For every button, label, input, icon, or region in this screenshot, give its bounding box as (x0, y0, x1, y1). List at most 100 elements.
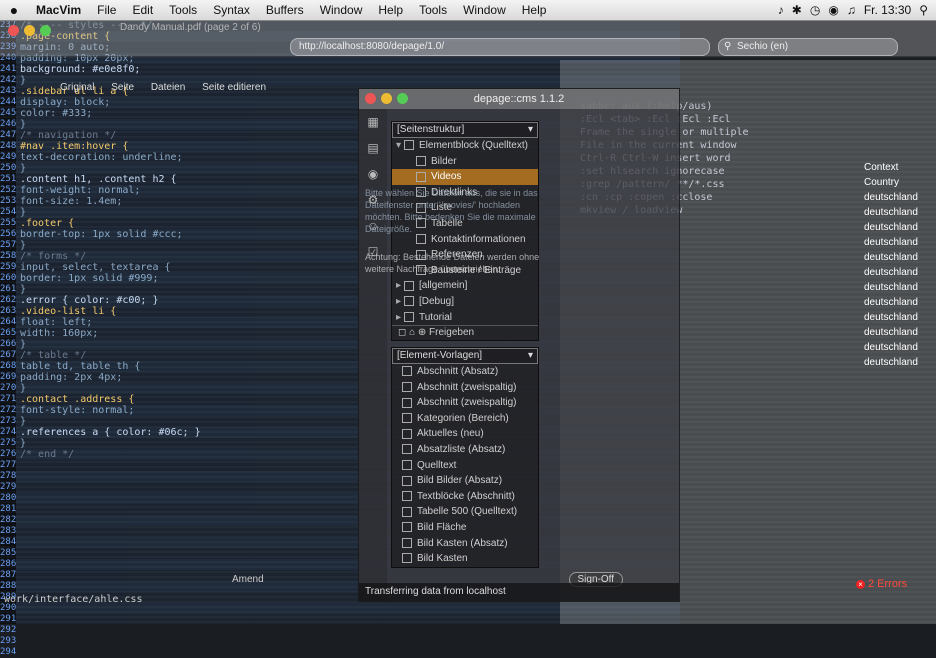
music-icon[interactable]: ♪ (778, 3, 784, 17)
colors-icon[interactable]: ◉ (359, 161, 387, 187)
editor-file-path: work/interface/ahle.css (4, 594, 143, 605)
disclosure-triangle-icon[interactable]: ▾ (396, 138, 404, 154)
list-item[interactable]: deutschland (864, 265, 930, 280)
list-item[interactable]: deutschland (864, 205, 930, 220)
template-item[interactable]: Bild Fläche (392, 520, 538, 536)
template-item[interactable]: Bild Kasten (392, 551, 538, 567)
line-number: 250 (0, 163, 17, 173)
apple-logo-icon[interactable]: ● (0, 2, 28, 18)
menu-tools[interactable]: Tools (161, 3, 205, 17)
templates-panel-header[interactable]: [Element-Vorlagen] ▾ (392, 348, 538, 364)
page-icon (404, 280, 414, 291)
list-item[interactable]: deutschland (864, 310, 930, 325)
list-item[interactable]: deutschland (864, 340, 930, 355)
amend-button[interactable]: Amend (232, 574, 264, 585)
list-item[interactable]: deutschland (864, 325, 930, 340)
menu-syntax[interactable]: Syntax (205, 3, 258, 17)
files-icon[interactable]: ▤ (359, 135, 387, 161)
list-item[interactable]: deutschland (864, 355, 930, 370)
template-item[interactable]: Textblöcke (Abschnitt) (392, 489, 538, 505)
template-icon (402, 475, 412, 486)
line-number: 288 (0, 581, 17, 591)
list-item[interactable]: deutschland (864, 220, 930, 235)
context-list[interactable]: Context Country deutschland deutschland … (864, 160, 930, 370)
list-item[interactable]: deutschland (864, 235, 930, 250)
template-label: Bild Bilder (Absatz) (417, 475, 503, 487)
menu-tools-2[interactable]: Tools (411, 3, 455, 17)
template-label: Abschnitt (Absatz) (417, 366, 499, 377)
pages-toolbar[interactable]: ◻ ⌂ ⊕ Freigeben (392, 325, 538, 340)
toolbar-page-button[interactable]: Seite (111, 82, 134, 93)
chevron-down-icon[interactable]: ▾ (528, 349, 533, 363)
menu-help-2[interactable]: Help (514, 3, 555, 17)
menu-file[interactable]: File (89, 3, 124, 17)
zoom-window-icon[interactable] (397, 93, 408, 104)
line-number: 241 (0, 64, 17, 74)
time-machine-icon[interactable]: ◷ (810, 3, 820, 17)
menu-buffers[interactable]: Buffers (258, 3, 312, 17)
volume-icon[interactable]: ♫ (847, 3, 856, 17)
menu-edit[interactable]: Edit (124, 3, 161, 17)
tree-item-label: Tutorial (419, 311, 452, 323)
tree-item[interactable]: Bilder (392, 154, 538, 170)
cms-window: depage::cms 1.1.2 ▦ ▤ ◉ ⚙ ☺ ☑ [Seitenstr… (358, 88, 680, 602)
template-item[interactable]: Absatzliste (Absatz) (392, 442, 538, 458)
templates-panel: [Element-Vorlagen] ▾ Abschnitt (Absatz) A… (391, 347, 539, 568)
bluetooth-icon[interactable]: ✱ (792, 3, 802, 17)
template-icon (402, 428, 412, 439)
list-item[interactable]: Country (864, 175, 930, 190)
spotlight-icon[interactable]: ⚲ (919, 3, 928, 17)
search-field[interactable]: ⚲ Sechio (en) (718, 38, 898, 56)
template-item[interactable]: Abschnitt (Absatz) (392, 364, 538, 380)
template-item[interactable]: Abschnitt (zweispaltig) (392, 380, 538, 396)
template-item[interactable]: Bild Kasten (Absatz) (392, 536, 538, 552)
line-number: 293 (0, 636, 17, 646)
line-number: 286 (0, 559, 17, 569)
menubar-clock[interactable]: Fr. 13:30 (864, 3, 911, 17)
tree-item[interactable]: ▸ [allgemein] (392, 278, 538, 294)
minimize-window-icon[interactable] (24, 25, 35, 36)
template-icon (402, 397, 412, 408)
menu-window-2[interactable]: Window (455, 3, 514, 17)
menu-app[interactable]: MacVim (28, 3, 89, 17)
disclosure-triangle-icon[interactable]: ▸ (396, 294, 404, 310)
disclosure-triangle-icon[interactable]: ▸ (396, 278, 404, 294)
pages-panel-header[interactable]: [Seitenstruktur] ▾ (392, 122, 538, 138)
template-item[interactable]: Aktuelles (neu) (392, 426, 538, 442)
template-item[interactable]: Tabelle 500 (Quelltext) (392, 504, 538, 520)
minimize-window-icon[interactable] (381, 93, 392, 104)
cms-titlebar[interactable]: depage::cms 1.1.2 (359, 89, 679, 109)
template-item[interactable]: Bild Bilder (Absatz) (392, 473, 538, 489)
address-bar[interactable]: http://localhost:8080/depage/1.0/ (290, 38, 710, 56)
template-item[interactable]: Kategorien (Bereich) (392, 411, 538, 427)
toolbar-files-button[interactable]: Dateien (151, 82, 185, 93)
disclosure-triangle-icon[interactable]: ▸ (396, 310, 404, 326)
tree-item[interactable]: ▸ Tutorial (392, 310, 538, 326)
template-item[interactable]: Quelltext (392, 458, 538, 474)
list-item[interactable]: deutschland (864, 190, 930, 205)
tree-item[interactable]: ▾ Elementblock (Quelltext) (392, 138, 538, 154)
toolbar-edit-page-button[interactable]: Seite editieren (202, 82, 266, 93)
list-item[interactable]: deutschland (864, 280, 930, 295)
close-window-icon[interactable] (365, 93, 376, 104)
line-number: 291 (0, 614, 17, 624)
tree-item[interactable]: Videos (392, 169, 538, 185)
templates-list[interactable]: Abschnitt (Absatz) Abschnitt (zweispaltig… (392, 364, 538, 567)
template-item[interactable]: Abschnitt (zweispaltig) (392, 395, 538, 411)
errors-indicator[interactable]: × 2 Errors (856, 578, 907, 590)
chevron-down-icon[interactable]: ▾ (528, 123, 533, 137)
pages-icon[interactable]: ▦ (359, 109, 387, 135)
tree-item[interactable]: ▸ [Debug] (392, 294, 538, 310)
template-label: Aktuelles (neu) (417, 428, 484, 440)
zoom-window-icon[interactable] (40, 25, 51, 36)
line-number: 246 (0, 119, 17, 129)
menu-window[interactable]: Window (312, 3, 371, 17)
wifi-icon[interactable]: ◉ (828, 3, 838, 17)
line-number: 279 (0, 482, 17, 492)
close-window-icon[interactable] (8, 25, 19, 36)
template-label: Abschnitt (zweispaltig) (417, 381, 517, 393)
toolbar-original-button[interactable]: Griginal (60, 82, 94, 93)
menu-help[interactable]: Help (370, 3, 411, 17)
list-item[interactable]: deutschland (864, 250, 930, 265)
list-item[interactable]: deutschland (864, 295, 930, 310)
